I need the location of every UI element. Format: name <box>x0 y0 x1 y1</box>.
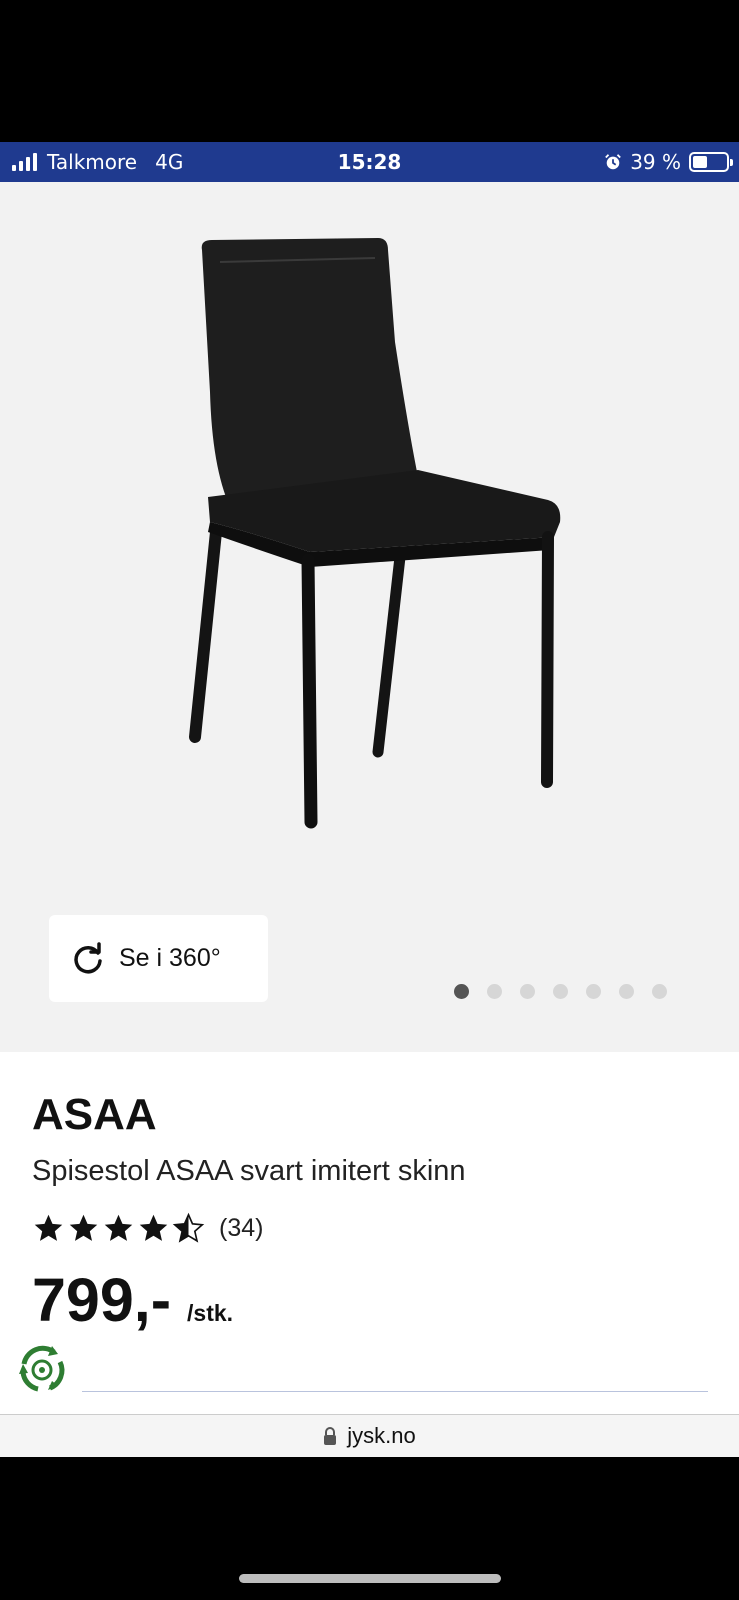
rating-stars <box>32 1212 205 1245</box>
price-unit: /stk. <box>187 1300 234 1326</box>
carousel-dot[interactable] <box>652 984 667 999</box>
carousel-dot[interactable] <box>487 984 502 999</box>
carousel-dot[interactable] <box>520 984 535 999</box>
star-full-icon <box>139 1214 168 1241</box>
carousel-dot[interactable] <box>586 984 601 999</box>
lock-icon <box>324 1427 337 1445</box>
battery-icon <box>689 152 733 172</box>
product-gallery[interactable]: Se i 360° <box>0 182 739 1052</box>
star-full-icon <box>34 1214 63 1241</box>
product-info: ASAA Spisestol ASAA svart imitert skinn … <box>0 1052 739 1414</box>
url-text: jysk.no <box>347 1423 416 1448</box>
divider <box>82 1391 708 1392</box>
battery-percent: 39 % <box>630 150 681 174</box>
star-half-icon <box>172 1212 205 1243</box>
home-indicator[interactable] <box>239 1574 501 1583</box>
carousel-dot[interactable] <box>553 984 568 999</box>
product-rating[interactable]: (34) <box>32 1212 263 1245</box>
browser-url-bar[interactable]: jysk.no <box>0 1414 739 1457</box>
view-360-label: Se i 360° <box>119 944 221 972</box>
rotate-icon <box>74 941 102 973</box>
chair-image <box>189 238 561 829</box>
rating-count: (34) <box>219 1214 264 1242</box>
view-360-button[interactable]: Se i 360° <box>49 915 268 1002</box>
recycle-icon[interactable] <box>14 1342 70 1398</box>
alarm-icon <box>605 154 622 170</box>
star-full-icon <box>69 1214 98 1241</box>
product-name: Spisestol ASAA svart imitert skinn <box>32 1155 466 1187</box>
price-amount: 799,- <box>32 1266 172 1334</box>
status-bar: Talkmore 4G 15:28 39 % <box>0 142 739 182</box>
product-brand: ASAA <box>32 1090 157 1139</box>
carousel-dots[interactable] <box>454 984 667 999</box>
product-price: 799,- /stk. <box>32 1265 233 1335</box>
carousel-dot[interactable] <box>454 984 469 999</box>
star-full-icon <box>104 1214 133 1241</box>
carousel-dot[interactable] <box>619 984 634 999</box>
